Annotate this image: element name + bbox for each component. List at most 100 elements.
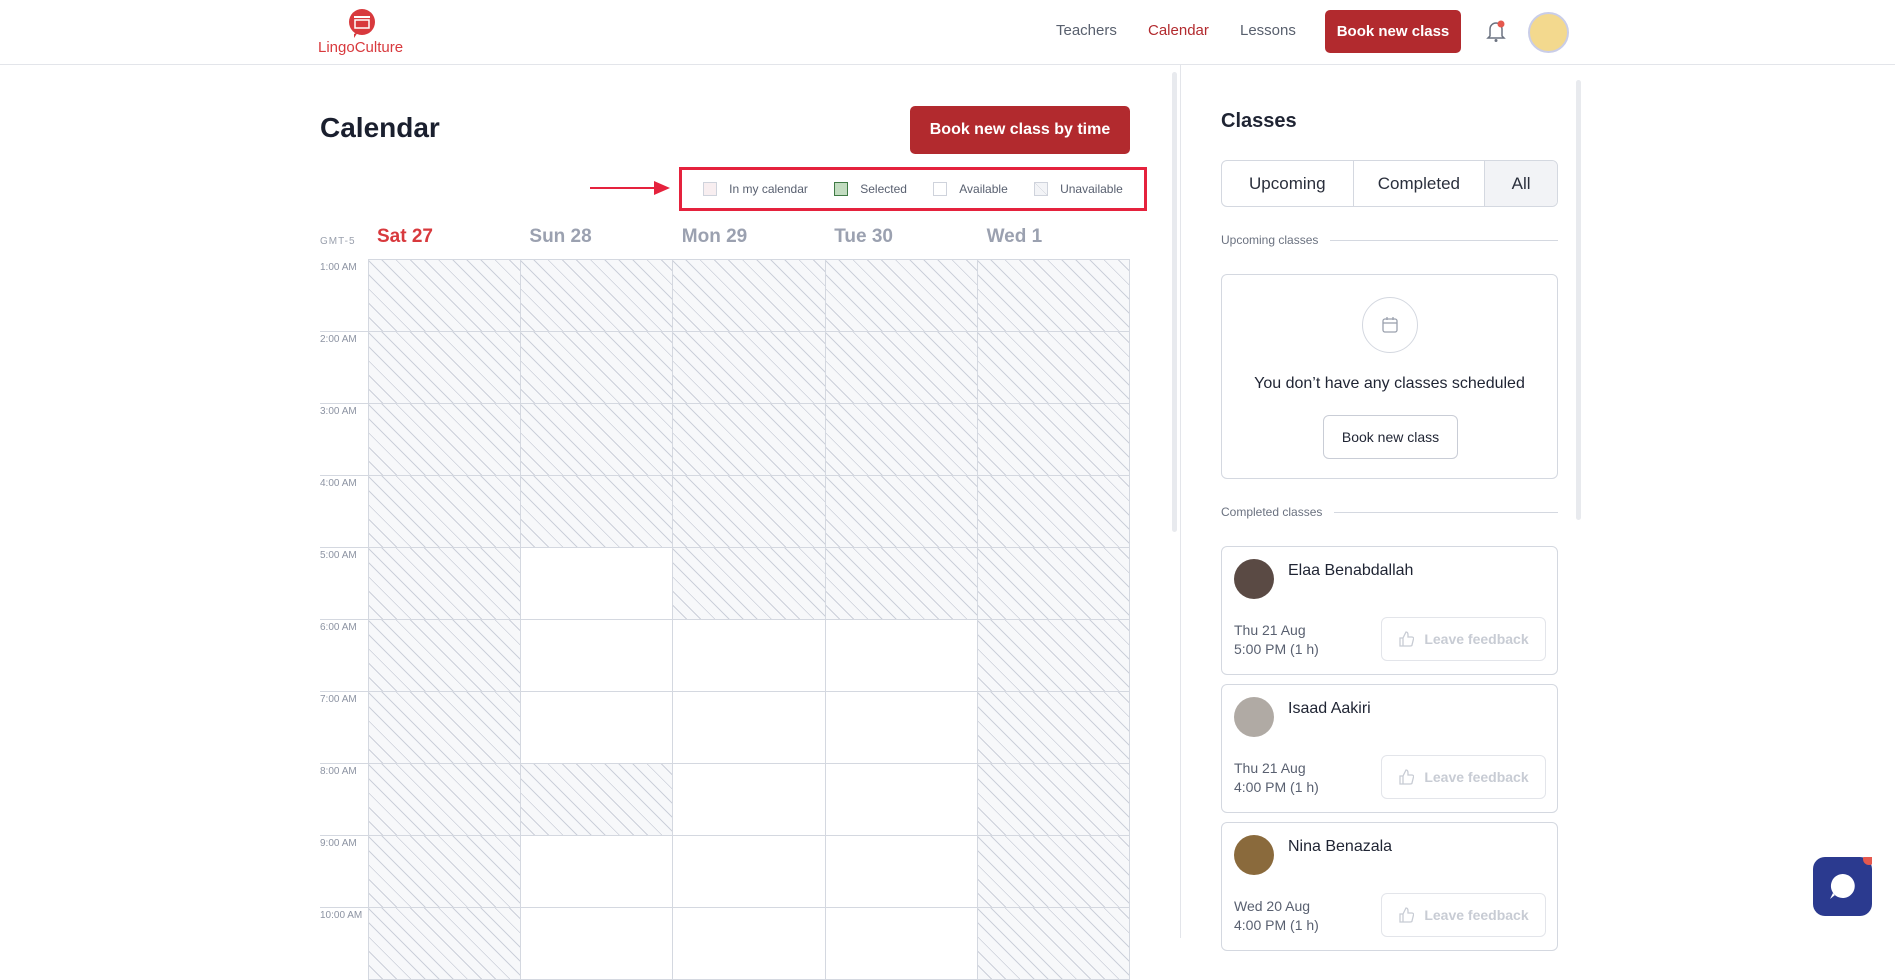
time-label: 6:00 AM [320,622,357,633]
hour-divider [320,331,368,332]
unavailable-slot [369,332,522,404]
unavailable-slot [673,404,826,476]
available-slot[interactable] [825,836,978,908]
available-slot[interactable] [825,764,978,836]
tab-completed[interactable]: Completed [1354,161,1486,206]
unavailable-slot [369,548,522,620]
day-header: Wed 1 [986,226,1043,247]
nav-teachers[interactable]: Teachers [1056,22,1117,39]
time-label: 8:00 AM [320,766,357,777]
unavailable-slot [825,332,978,404]
hour-divider [320,691,368,692]
arrow-annotation-icon [590,181,670,195]
unavailable-swatch [1034,182,1049,196]
unavailable-slot [977,764,1130,836]
unavailable-slot [977,404,1130,476]
leave-feedback-button[interactable]: Leave feedback [1381,617,1546,661]
time-label: 5:00 AM [320,550,357,561]
available-slot[interactable] [825,620,978,692]
time-label: 3:00 AM [320,406,357,417]
hour-divider [320,907,368,908]
day-header: Mon 29 [681,226,748,247]
unavailable-slot [673,332,826,404]
book-by-time-button[interactable]: Book new class by time [910,106,1130,154]
available-slot[interactable] [673,764,826,836]
available-slot[interactable] [825,908,978,980]
time-label: 9:00 AM [320,838,357,849]
thumbs-up-icon [1399,769,1415,785]
day-header: Sun 28 [529,226,592,247]
legend-available: Available [933,182,1008,196]
unavailable-slot [369,404,522,476]
hour-divider [320,547,368,548]
teacher-avatar [1234,559,1274,599]
unavailable-slot [521,476,674,548]
calendar-icon [1362,297,1418,353]
calendar-grid [368,259,1130,980]
calendar-scrollbar[interactable] [1172,72,1177,532]
day-header: Tue 30 [834,226,893,247]
tab-all[interactable]: All [1485,161,1557,206]
unavailable-slot [521,764,674,836]
available-slot[interactable] [521,620,674,692]
completed-class-card: Nina Benazala Wed 20 Aug 4:00 PM (1 h) Le… [1221,822,1558,951]
book-new-class-button[interactable]: Book new class [1325,10,1461,53]
unavailable-slot [369,908,522,980]
unavailable-slot [369,836,522,908]
hour-divider [320,475,368,476]
available-slot[interactable] [521,908,674,980]
unavailable-slot [825,404,978,476]
unavailable-slot [369,764,522,836]
panel-scrollbar[interactable] [1576,80,1581,520]
unavailable-slot [369,476,522,548]
unavailable-slot [673,476,826,548]
unavailable-slot [977,908,1130,980]
class-datetime: Thu 21 Aug 5:00 PM (1 h) [1234,622,1319,657]
user-avatar[interactable] [1528,12,1569,53]
leave-feedback-button[interactable]: Leave feedback [1381,893,1546,937]
timezone-label: GMT-5 [320,236,356,247]
time-label: 4:00 AM [320,478,357,489]
unavailable-slot [977,260,1130,332]
legend-unavailable: Unavailable [1034,182,1123,196]
time-label: 2:00 AM [320,334,357,345]
calendar-legend: In my calendar Selected Available Unavai… [679,167,1147,211]
hour-divider [320,763,368,764]
completed-section-label: Completed classes [1221,505,1558,519]
top-header: LingoCulture Teachers Calendar Lessons B… [0,0,1895,65]
time-label: 7:00 AM [320,694,357,705]
unavailable-slot [521,260,674,332]
available-slot[interactable] [521,692,674,764]
teacher-avatar [1234,835,1274,875]
nav-lessons[interactable]: Lessons [1240,22,1296,39]
panel-divider [1180,65,1181,938]
classes-tabs: Upcoming Completed All [1221,160,1558,207]
class-datetime: Wed 20 Aug 4:00 PM (1 h) [1234,898,1319,933]
available-slot[interactable] [673,908,826,980]
tab-upcoming[interactable]: Upcoming [1222,161,1354,206]
thumbs-up-icon [1399,907,1415,923]
empty-book-button[interactable]: Book new class [1323,415,1458,459]
unavailable-slot [825,548,978,620]
available-slot[interactable] [825,692,978,764]
available-slot[interactable] [521,548,674,620]
time-label: 10:00 AM [320,910,363,921]
available-slot[interactable] [673,836,826,908]
teacher-name: Isaad Aakiri [1288,700,1371,717]
available-slot[interactable] [521,836,674,908]
available-slot[interactable] [673,620,826,692]
unavailable-slot [369,620,522,692]
chat-button[interactable] [1813,853,1875,916]
bell-icon[interactable] [1486,19,1506,43]
day-header: Sat 27 [377,226,433,247]
teacher-avatar [1234,697,1274,737]
completed-class-card: Isaad Aakiri Thu 21 Aug 4:00 PM (1 h) Lea… [1221,684,1558,813]
lingoculture-logo[interactable]: LingoCulture [318,8,413,56]
classes-title: Classes [1221,110,1297,132]
unavailable-slot [369,260,522,332]
available-slot[interactable] [673,692,826,764]
leave-feedback-button[interactable]: Leave feedback [1381,755,1546,799]
unavailable-slot [521,332,674,404]
chat-icon [1830,853,1875,899]
nav-calendar[interactable]: Calendar [1148,22,1209,39]
